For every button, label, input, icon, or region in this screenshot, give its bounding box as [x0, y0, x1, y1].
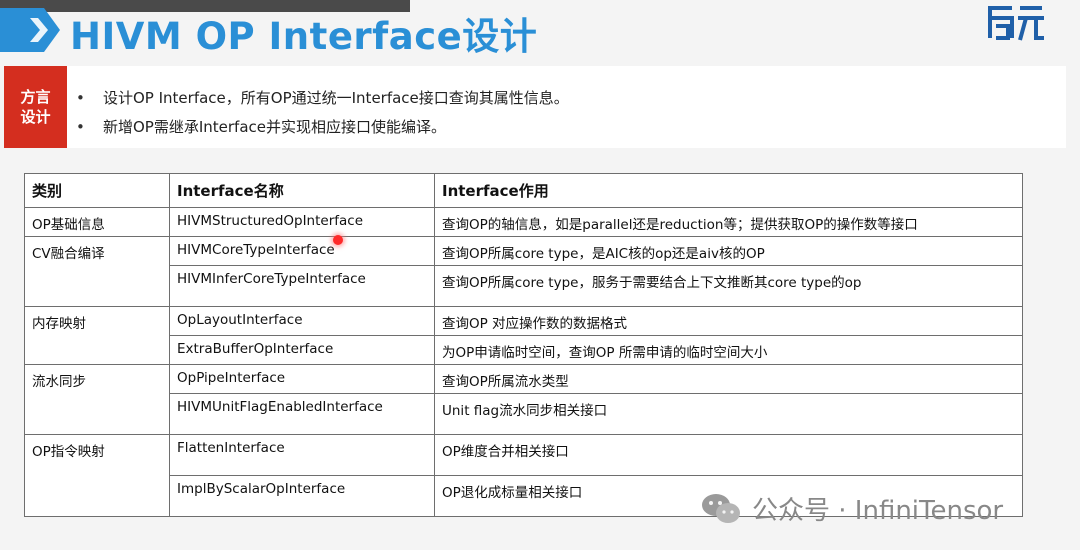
note-tag: 方言设计	[4, 66, 67, 148]
interface-name-cell: HIVMCoreTypeInterface	[169, 236, 435, 266]
interface-purpose-cell: OP维度合并相关接口	[434, 434, 1023, 476]
interface-purpose-cell: 查询OP所属core type，服务于需要结合上下文推断其core type的o…	[434, 265, 1023, 307]
interface-table: 类别 Interface名称 Interface作用 OP基础信息 HIVMSt…	[24, 173, 1023, 517]
table-row: OP指令映射 FlattenInterface OP维度合并相关接口	[24, 434, 1023, 517]
design-note-panel: 方言设计 设计OP Interface，所有OP通过统一Interface接口查…	[4, 66, 1066, 148]
interface-purpose-cell: 查询OP的轴信息，如是parallel还是reduction等；提供获取OP的操…	[434, 207, 1023, 237]
header-category: 类别	[24, 173, 170, 208]
wechat-icon	[702, 493, 740, 523]
table-row: 流水同步 OpPipeInterface 查询OP所属流水类型	[24, 364, 1023, 435]
interface-purpose-cell: 查询OP 对应操作数的数据格式	[434, 306, 1023, 336]
note-bullet: 新增OP需继承Interface并实现相应接口使能编译。	[76, 113, 569, 142]
interface-name-cell: OpLayoutInterface	[169, 306, 435, 336]
interface-name-cell: HIVMUnitFlagEnabledInterface	[169, 393, 435, 435]
interface-purpose-cell: 查询OP所属流水类型	[434, 364, 1023, 394]
interface-name-cell: HIVMInferCoreTypeInterface	[169, 265, 435, 307]
table-row: HIVMInferCoreTypeInterface 查询OP所属core ty…	[25, 265, 1023, 307]
table-row: CV融合编译 HIVMCoreTypeInterface 查询OP所属core …	[24, 236, 1023, 307]
category-cell: CV融合编译	[24, 236, 170, 307]
watermark: 公众号 · InfiniTensor	[700, 490, 1003, 527]
interface-name-cell: OpPipeInterface	[169, 364, 435, 394]
slide-title: HIVM OP Interface设计	[70, 15, 538, 58]
cursor-pointer-dot	[333, 235, 343, 245]
table-row: HIVMUnitFlagEnabledInterface Unit flag流水…	[25, 393, 1023, 435]
chevron-icon	[0, 8, 60, 52]
category-cell: 内存映射	[24, 306, 170, 365]
watermark-text: 公众号 · InfiniTensor	[752, 496, 1004, 526]
interface-name-cell: HIVMStructuredOpInterface	[169, 207, 435, 237]
note-bullets: 设计OP Interface，所有OP通过统一Interface接口查询其属性信…	[76, 84, 569, 142]
interface-name-cell: ImplByScalarOpInterface	[169, 475, 435, 517]
table-row: 内存映射 OpLayoutInterface 查询OP 对应操作数的数据格式	[24, 306, 1023, 365]
category-cell: OP基础信息	[24, 207, 170, 237]
note-bullet: 设计OP Interface，所有OP通过统一Interface接口查询其属性信…	[76, 84, 569, 113]
interface-purpose-cell: Unit flag流水同步相关接口	[434, 393, 1023, 435]
table-row: OP基础信息 HIVMStructuredOpInterface 查询OP的轴信…	[24, 207, 1023, 237]
header-interface-purpose: Interface作用	[434, 173, 1023, 208]
table-row: ExtraBufferOpInterface 为OP申请临时空间，查询OP 所需…	[25, 335, 1023, 365]
header-interface-name: Interface名称	[169, 173, 435, 208]
interface-name-cell: FlattenInterface	[169, 434, 435, 476]
company-logo	[988, 6, 1044, 41]
table-header-row: 类别 Interface名称 Interface作用	[24, 173, 1023, 208]
interface-purpose-cell: 为OP申请临时空间，查询OP 所需申请的临时空间大小	[434, 335, 1023, 365]
interface-purpose-cell: 查询OP所属core type，是AIC核的op还是aiv核的OP	[434, 236, 1023, 266]
interface-name-cell: ExtraBufferOpInterface	[169, 335, 435, 365]
category-cell: 流水同步	[24, 364, 170, 435]
category-cell: OP指令映射	[24, 434, 170, 517]
